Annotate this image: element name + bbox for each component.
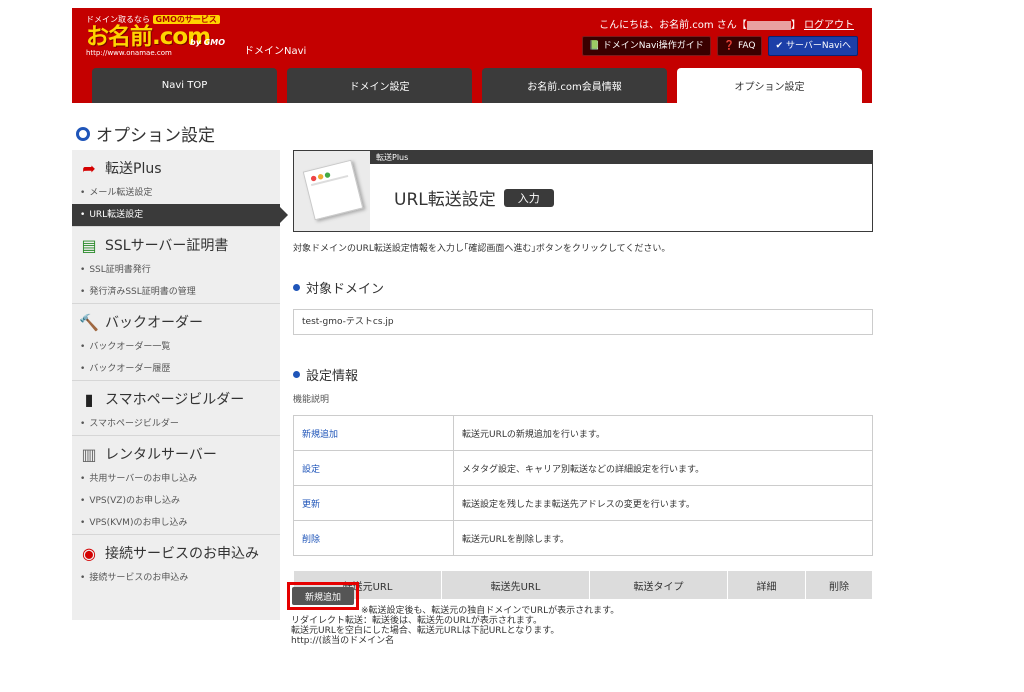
sidebar-item-backorder-list[interactable]: • バックオーダー一覧 [72, 336, 280, 358]
sidebar-item-vps-vz[interactable]: • VPS(VZ)のお申し込み [72, 490, 280, 512]
table-row: 更新 転送設定を残したまま転送先アドレスの変更を行います。 [293, 485, 873, 521]
sidebar-item-connection-apply[interactable]: • 接続サービスのお申込み [72, 567, 280, 589]
main-tabs: Navi TOP ドメイン設定 お名前.com会員情報 オプション設定 [92, 68, 862, 103]
bullet-icon [293, 284, 300, 291]
step-badge: 入力 [503, 188, 554, 207]
sidebar: ➦ 転送Plus • メール転送設定 • URL転送設定 ▤ SSLサーバー証明書 • S… [72, 150, 288, 620]
table-row: 設定 メタタグ設定、キャリア別転送などの詳細設定を行います。 [293, 450, 873, 486]
new-add-button[interactable]: 新規追加 [292, 587, 354, 605]
sidebar-item-url-transfer[interactable]: • URL転送設定 [72, 204, 288, 226]
tab-domain-settings[interactable]: ドメイン設定 [287, 68, 472, 103]
col-detail: 詳細 [727, 570, 806, 600]
notes: ※転送設定後も、転送元の独自ドメインでURLが表示されます。 リダイレクト転送：… [291, 606, 620, 646]
hero-title: URL転送設定 入力 [394, 185, 554, 210]
col-delete: 削除 [805, 570, 873, 600]
sidebar-item-smartphone-builder[interactable]: • スマホページビルダー [72, 413, 280, 435]
sidebar-item-mail-transfer[interactable]: • メール転送設定 [72, 182, 280, 204]
certificate-icon: ▤ [81, 235, 97, 255]
navi-guide-button[interactable]: 📗 ドメインNavi操作ガイド [581, 36, 711, 56]
question-icon: ❓ [723, 41, 736, 51]
sidebar-section-backorder: 🔨 バックオーダー [72, 303, 280, 336]
func-add-link[interactable]: 新規追加 [293, 415, 454, 451]
onamae-logo[interactable]: ドメイン取るなら GMOのサービス お名前.com http://www.ona… [86, 14, 226, 57]
transfer-list-table: 転送元URL 転送先URL 転送タイプ 詳細 削除 [293, 570, 873, 600]
circle-icon [76, 126, 90, 141]
func-settings-link[interactable]: 設定 [293, 450, 454, 486]
sidebar-item-shared-server[interactable]: • 共用サーバーのお申し込み [72, 468, 280, 490]
browser-window-icon: ●●● [294, 151, 370, 231]
masked-username [746, 20, 791, 30]
logout-link[interactable]: ログアウト [804, 20, 854, 31]
func-delete-link[interactable]: 削除 [293, 520, 454, 556]
table-row: 新規追加 転送元URLの新規追加を行います。 [293, 415, 873, 451]
sidebar-section-rental-server: ▥ レンタルサーバー [72, 435, 280, 468]
server-icon: ✔ [775, 41, 783, 51]
sidebar-item-ssl-manage[interactable]: • 発行済みSSL証明書の管理 [72, 281, 280, 303]
function-description-table: 新規追加 転送元URLの新規追加を行います。 設定 メタタグ設定、キャリア別転送など… [293, 415, 873, 556]
settings-heading: 設定情報 [293, 365, 873, 384]
col-transfer-type: 転送タイプ [589, 570, 728, 600]
sidebar-section-connection: ◉ 接続サービスのお申込み [72, 534, 280, 567]
header-buttons: 📗 ドメインNavi操作ガイド ❓ FAQ ✔ サーバーNaviへ [581, 36, 858, 56]
tab-member-info[interactable]: お名前.com会員情報 [482, 68, 667, 103]
hero-bar-label: 転送Plus [370, 151, 872, 164]
tab-navi-top[interactable]: Navi TOP [92, 68, 277, 103]
instruction-text: 対象ドメインのURL転送設定情報を入力し｢確認画面へ進む｣ボタンをクリックしてく… [293, 244, 671, 254]
connection-icon: ◉ [82, 543, 96, 563]
sidebar-section-transfer-plus: ➦ 転送Plus [72, 150, 280, 182]
table-row: 削除 転送元URLを削除します。 [293, 520, 873, 556]
main-content: ●●● 転送Plus URL転送設定 入力 対象ドメインのURL転送設定情報を入… [293, 150, 873, 600]
domain-navi-label: ドメインNavi [244, 46, 307, 57]
page-title: オプション設定 [76, 121, 215, 146]
faq-button[interactable]: ❓ FAQ [716, 36, 763, 56]
logo-url: http://www.onamae.com [86, 49, 172, 57]
user-greeting: こんにちは、お名前.com さん【】 ログアウト [599, 20, 854, 31]
gmo-mark: by GMO [190, 38, 226, 47]
sidebar-item-ssl-issue[interactable]: • SSL証明書発行 [72, 259, 280, 281]
col-destination-url: 転送先URL [441, 570, 590, 600]
gavel-icon: 🔨 [79, 312, 99, 332]
hero-panel: ●●● 転送Plus URL転送設定 入力 [293, 150, 873, 232]
book-icon: 📗 [588, 41, 600, 51]
tab-option-settings[interactable]: オプション設定 [677, 68, 862, 103]
server-navi-button[interactable]: ✔ サーバーNaviへ [768, 36, 858, 56]
smartphone-icon: ▮ [84, 389, 94, 409]
sidebar-item-vps-kvm[interactable]: • VPS(KVM)のお申し込み [72, 512, 280, 534]
func-update-link[interactable]: 更新 [293, 485, 454, 521]
target-domain-heading: 対象ドメイン [293, 278, 873, 297]
sidebar-section-smartphone: ▮ スマホページビルダー [72, 380, 280, 413]
sidebar-section-ssl: ▤ SSLサーバー証明書 [72, 226, 280, 259]
function-description-label: 機能説明 [293, 395, 330, 405]
site-header: ドメイン取るなら GMOのサービス お名前.com http://www.ona… [72, 8, 872, 103]
arrow-icon: ➦ [82, 158, 96, 178]
server-icon: ▥ [81, 444, 97, 464]
bullet-icon [293, 371, 300, 378]
target-domain-value: test-gmo-テストcs.jp [293, 309, 873, 335]
sidebar-item-backorder-history[interactable]: • バックオーダー履歴 [72, 358, 280, 380]
